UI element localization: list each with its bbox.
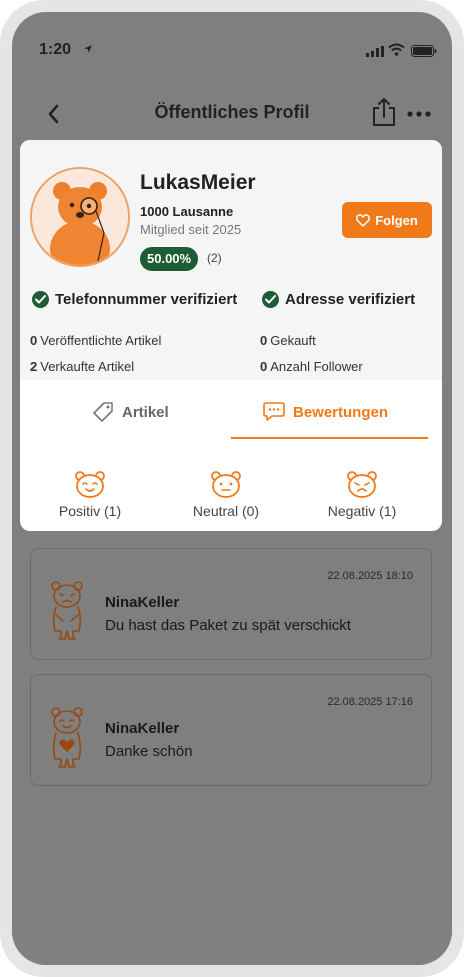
review-date: 22.08.2025 18:10 xyxy=(327,570,413,582)
stat-value: 0 xyxy=(260,333,268,348)
phone-verified-label: Telefonnummer verifiziert xyxy=(55,291,238,308)
filter-neutral[interactable]: Neutral (0) xyxy=(166,470,286,519)
stat-value: 2 xyxy=(30,359,38,374)
review-text: Du hast das Paket zu spät verschickt xyxy=(105,617,351,634)
rating-count: (2) xyxy=(207,251,222,265)
wifi-icon xyxy=(388,43,405,56)
more-options-button[interactable] xyxy=(406,106,432,117)
stat-label: Anzahl Follower xyxy=(270,359,363,374)
heart-bear-icon xyxy=(51,707,83,768)
review-author: NinaKeller xyxy=(105,594,180,611)
review-card[interactable]: 22.08.2025 18:10 NinaKeller Du hast das … xyxy=(30,548,432,660)
address-verified: Adresse verifiziert xyxy=(262,291,415,308)
location-arrow-icon xyxy=(84,45,92,53)
nav-bar: Öffentliches Profil xyxy=(12,92,452,136)
neutral-bear-icon xyxy=(211,471,241,498)
follow-button[interactable]: Folgen xyxy=(342,202,432,238)
address-verified-label: Adresse verifiziert xyxy=(285,291,416,308)
share-button[interactable] xyxy=(370,96,398,128)
profile-location: 1000 Lausanne xyxy=(140,204,234,219)
status-time: 1:20 xyxy=(39,41,72,58)
share-icon xyxy=(373,98,395,126)
phone-screen: 1:20 Öffentliches Profil LukasMeier 1000… xyxy=(12,12,452,965)
filter-positive[interactable]: Positiv (1) xyxy=(30,470,150,519)
signal-icon xyxy=(366,46,384,57)
filter-positive-label: Positiv (1) xyxy=(58,503,122,519)
tab-articles-label: Artikel xyxy=(122,403,169,421)
check-circle-icon xyxy=(32,291,49,308)
tab-reviews[interactable]: Bewertungen xyxy=(263,392,388,432)
phone-verified: Telefonnummer verifiziert xyxy=(32,291,237,308)
active-tab-indicator xyxy=(231,437,428,439)
review-card[interactable]: 22.08.2025 17:16 NinaKeller Danke schön xyxy=(30,674,432,786)
happy-bear-icon xyxy=(75,471,105,498)
bear-with-monocle-avatar-icon xyxy=(32,169,128,265)
filter-neutral-label: Neutral (0) xyxy=(192,503,260,519)
review-text: Danke schön xyxy=(105,743,193,760)
filter-negative-label: Negativ (1) xyxy=(327,503,397,519)
sad-bear-icon xyxy=(347,471,377,498)
stat-value: 0 xyxy=(30,333,38,348)
profile-username: LukasMeier xyxy=(140,171,256,194)
stat-published-articles: 0 Veröffentlichte Artikel xyxy=(30,333,161,348)
avatar[interactable] xyxy=(30,167,130,267)
profile-card: LukasMeier 1000 Lausanne Mitglied seit 2… xyxy=(20,140,442,531)
filter-negative[interactable]: Negativ (1) xyxy=(302,470,422,519)
phone-frame: 1:20 Öffentliches Profil LukasMeier 1000… xyxy=(0,0,464,977)
member-since: Mitglied seit 2025 xyxy=(140,222,242,237)
sad-bear-icon xyxy=(51,581,83,640)
stat-followers: 0 Anzahl Follower xyxy=(260,359,363,374)
follow-label: Folgen xyxy=(375,212,418,228)
heart-outline-icon xyxy=(356,213,371,227)
tab-articles[interactable]: Artikel xyxy=(92,392,169,432)
review-author: NinaKeller xyxy=(105,720,180,737)
battery-icon xyxy=(411,45,437,57)
stat-label: Veröffentlichte Artikel xyxy=(40,333,162,348)
stat-label: Verkaufte Artikel xyxy=(40,359,135,374)
stat-bought: 0 Gekauft xyxy=(260,333,316,348)
tag-icon xyxy=(93,402,113,422)
stat-value: 0 xyxy=(260,359,268,374)
status-bar: 1:20 xyxy=(12,12,452,82)
profile-header: LukasMeier 1000 Lausanne Mitglied seit 2… xyxy=(20,140,442,380)
chat-icon xyxy=(263,402,285,421)
rating-badge[interactable]: 50.00% xyxy=(140,247,199,271)
stat-sold-articles: 2 Verkaufte Artikel xyxy=(30,359,134,374)
more-dots-icon xyxy=(407,111,431,117)
tab-reviews-label: Bewertungen xyxy=(293,403,389,421)
review-date: 22.08.2025 17:16 xyxy=(327,696,413,708)
stat-label: Gekauft xyxy=(270,333,316,348)
check-circle-icon xyxy=(262,291,279,308)
bottom-bar xyxy=(12,910,452,965)
